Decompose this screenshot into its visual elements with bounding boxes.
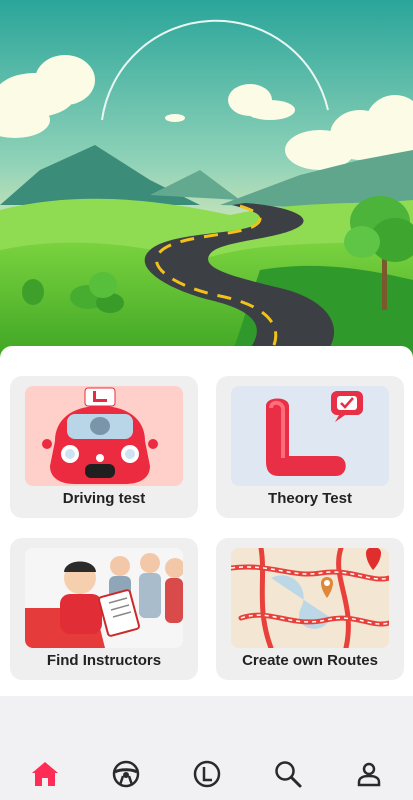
nav-profile[interactable]	[349, 754, 389, 794]
find-instructors-label: Find Instructors	[46, 652, 162, 669]
driving-test-label: Driving test	[62, 490, 146, 507]
hero-illustration	[0, 0, 413, 360]
steering-wheel-icon	[112, 760, 140, 788]
red-car-learner-image	[25, 386, 183, 486]
nav-theory[interactable]	[187, 754, 227, 794]
instructors-image	[25, 548, 183, 648]
menu-grid: Driving test Theory Test Find Instructor…	[0, 346, 413, 696]
create-routes-label: Create own Routes	[242, 652, 378, 669]
nav-search[interactable]	[268, 754, 308, 794]
driving-test-card[interactable]: Driving test	[10, 376, 198, 518]
learner-l-plate-image	[231, 386, 389, 486]
nav-driving[interactable]	[106, 754, 146, 794]
theory-test-card[interactable]: Theory Test	[216, 376, 404, 518]
search-icon	[275, 761, 302, 788]
find-instructors-card[interactable]: Find Instructors	[10, 538, 198, 680]
create-routes-card[interactable]: Create own Routes	[216, 538, 404, 680]
profile-icon	[357, 762, 381, 787]
bottom-nav	[0, 746, 413, 800]
home-icon	[32, 762, 58, 786]
learner-plate-icon	[193, 760, 221, 788]
nav-home[interactable]	[25, 754, 65, 794]
theory-test-label: Theory Test	[268, 490, 352, 507]
route-map-image	[231, 548, 389, 648]
home-screen: Driving test Theory Test Find Instructor…	[0, 0, 413, 800]
